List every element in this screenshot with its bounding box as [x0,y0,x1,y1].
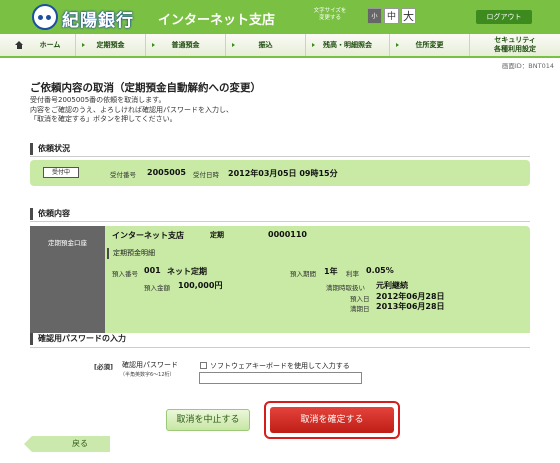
divider [30,156,530,157]
amount-value: 100,000円 [178,281,223,290]
divider [30,221,530,222]
nav-home-label: ホーム [39,41,61,49]
back-arrow-icon [24,436,32,452]
font-size-label: 文字サイズを 変更する [313,8,347,21]
nav-arrow-icon [312,43,315,47]
nav-transfer[interactable]: 振込 [226,34,306,56]
nav-balance-inquiry[interactable]: 残高・明細照会 [306,34,390,56]
account-type-value: 定期 [210,231,224,239]
divider [30,347,530,348]
status-badge: 受付中 [43,167,79,178]
deposit-no-value: 001 [144,266,161,275]
maturity-date-label: 満期日 [350,305,370,313]
header-bar: 紀陽銀行 インターネット支店 文字サイズを 変更する 小 中 大 ログアウト [0,0,560,34]
software-keyboard-label: ソフトウェアキーボードを使用して入力する [210,362,350,370]
term-label: 預入期間 [290,270,316,278]
account-label-box: 定期預金口座 [30,226,105,342]
software-keyboard-checkbox[interactable] [200,362,207,369]
bank-logo-icon [32,4,58,30]
nav-time-deposit[interactable]: 定期預金 [76,34,146,56]
receipt-date-value: 2012年03月05日 09時15分 [228,169,338,178]
nav-arrow-icon [232,43,235,47]
bank-name: 紀陽銀行 [62,11,134,31]
nav-arrow-icon [152,43,155,47]
nav-balance-inquiry-label: 残高・明細照会 [323,41,372,49]
back-button[interactable]: 戻る [24,436,110,452]
receipt-no-label: 受付番号 [110,171,136,179]
term-value: 1年 [324,267,338,276]
home-icon [14,41,24,49]
password-hint: （半角英数字6～12桁） [120,372,175,378]
main-nav: ホーム 定期預金 普通預金 振込 残高・明細照会 住所変更 セキュリティ 各種利… [0,34,560,58]
details-panel [30,226,530,342]
maturity-handling-label: 満期時取扱い [326,284,365,292]
branch-name: インターネット支店 [158,13,276,28]
deposit-detail-heading: 定期預金明細 [107,248,529,259]
nav-arrow-icon [82,43,85,47]
intro-line: 内容をご確認のうえ、よろしければ確認用パスワードを入力し、 [30,105,233,114]
branch-value: インターネット支店 [112,231,184,240]
nav-home[interactable]: ホーム [0,34,76,56]
deposit-no-label: 預入番号 [112,270,138,278]
receipt-no-value: 2005005 [147,168,186,177]
maturity-handling-value: 元利継続 [376,281,408,290]
nav-security-settings[interactable]: セキュリティ 各種利用設定 [470,34,560,56]
password-heading: 確認用パスワードの入力 [30,333,530,345]
details-heading: 依頼内容 [30,208,530,220]
password-label: 確認用パスワード [122,361,178,369]
intro-text: 受付番号2005005番の依頼を取消します。 内容をご確認のうえ、よろしければ確… [30,96,233,125]
cancel-abort-button[interactable]: 取消を中止する [166,409,250,431]
nav-address-change-label: 住所変更 [415,41,444,49]
account-no-value: 0000110 [268,230,307,239]
required-marker: [必須] [94,363,113,371]
font-size-medium-button[interactable]: 中 [384,8,399,24]
page-title: ご依頼内容の取消（定期預金自動解約への変更） [30,82,261,94]
deposit-date-label: 預入日 [350,295,370,303]
back-label: 戻る [72,439,88,448]
password-input[interactable] [199,372,362,384]
intro-line: 「取消を確定する」ボタンを押してください。 [30,115,177,123]
amount-label: 預入金額 [144,284,170,292]
font-size-small-button[interactable]: 小 [367,8,382,24]
font-size-large-button[interactable]: 大 [401,8,416,24]
receipt-date-label: 受付日時 [193,171,219,179]
nav-settings-label: 各種利用設定 [494,45,536,53]
intro-line: 受付番号2005005番の依頼を取消します。 [30,96,166,104]
confirm-cancel-button[interactable]: 取消を確定する [270,407,394,433]
nav-ordinary-deposit-label: 普通預金 [171,41,200,49]
nav-arrow-icon [396,43,399,47]
screen-id: 画面ID：BNT014 [501,62,554,70]
nav-time-deposit-label: 定期預金 [96,41,125,49]
nav-ordinary-deposit[interactable]: 普通預金 [146,34,226,56]
nav-transfer-label: 振込 [258,41,273,49]
logout-button[interactable]: ログアウト [476,10,532,24]
nav-address-change[interactable]: 住所変更 [390,34,470,56]
nav-security-label: セキュリティ [494,36,536,44]
maturity-date-value: 2013年06月28日 [376,302,445,311]
status-heading: 依頼状況 [30,143,530,155]
rate-value: 0.05% [366,266,394,275]
product-value: ネット定期 [167,267,207,276]
rate-label: 利率 [346,270,359,278]
